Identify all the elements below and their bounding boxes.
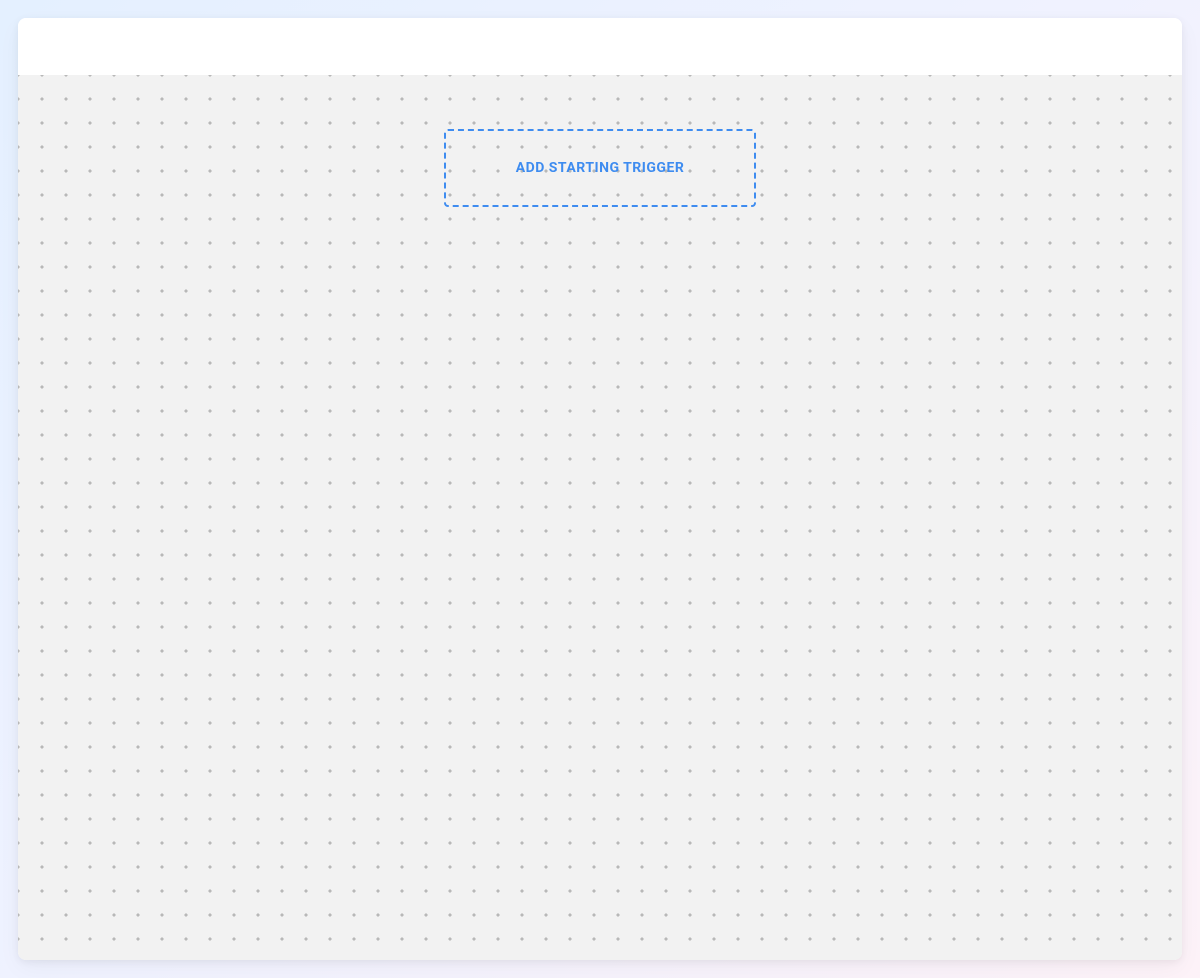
workflow-canvas[interactable]: ADD STARTING TRIGGER [18, 75, 1182, 960]
add-trigger-label: ADD STARTING TRIGGER [516, 160, 685, 176]
workflow-panel: ADD STARTING TRIGGER [18, 18, 1182, 960]
add-starting-trigger-button[interactable]: ADD STARTING TRIGGER [444, 129, 756, 207]
panel-header [18, 18, 1182, 75]
